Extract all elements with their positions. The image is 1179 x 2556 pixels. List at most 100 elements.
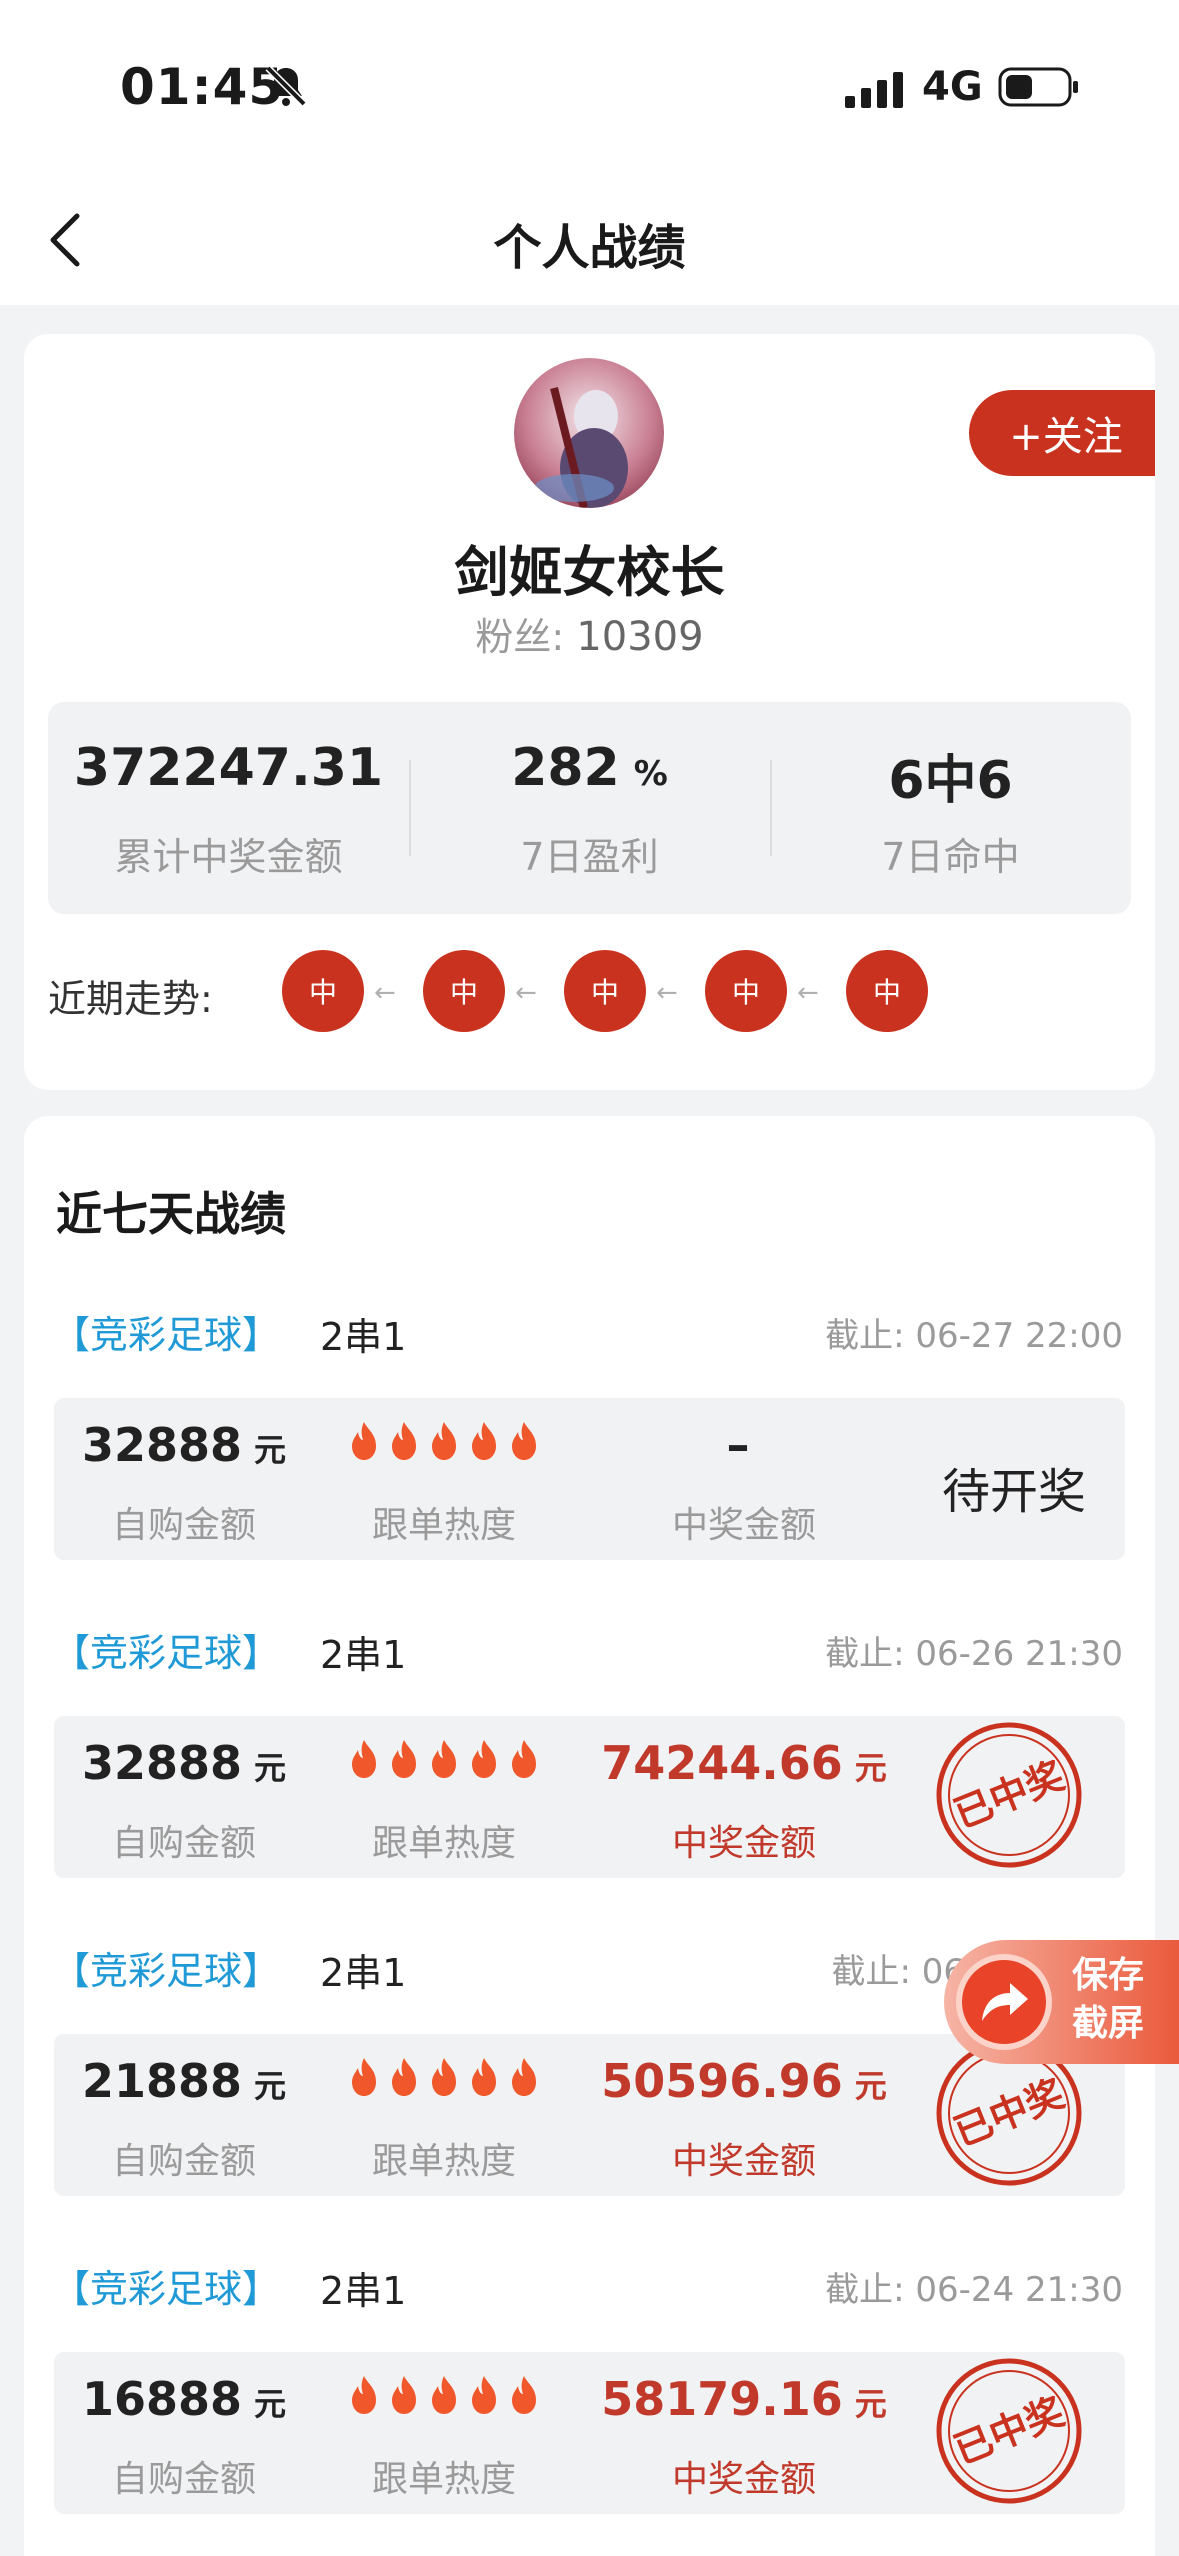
record-tag: 【竞彩足球】 bbox=[52, 1949, 281, 1993]
record-type: 2串1 bbox=[320, 1315, 407, 1359]
flame-icon bbox=[392, 1422, 416, 1460]
won-stamp-icon: 已中奖 bbox=[936, 1722, 1082, 1868]
stat-value: 6中6 bbox=[888, 751, 1013, 811]
network-type: 4G bbox=[922, 64, 983, 110]
amount-cell: 21888 元 自购金额 bbox=[54, 2034, 314, 2196]
flame-icon bbox=[512, 1422, 536, 1460]
prize-cell: 50596.96 元 中奖金额 bbox=[574, 2034, 914, 2196]
record-header: 【竞彩足球】 2串1 截止: 06-26 21:30 bbox=[24, 1606, 1155, 1686]
status-pending: 待开奖 bbox=[941, 1464, 1086, 1520]
prize-label: 中奖金额 bbox=[671, 2459, 816, 2500]
heat-label: 跟单热度 bbox=[371, 2459, 516, 2500]
prize-value: – bbox=[726, 1418, 750, 1472]
amount-label: 自购金额 bbox=[111, 2141, 256, 2182]
heat-cell: 跟单热度 bbox=[314, 2352, 574, 2514]
record-type: 2串1 bbox=[320, 1951, 407, 1995]
heat-label: 跟单热度 bbox=[371, 1823, 516, 1864]
follow-button[interactable]: +关注 bbox=[969, 390, 1155, 476]
battery-icon bbox=[998, 67, 1078, 107]
record-deadline: 截止: 06-26 21:30 bbox=[825, 1634, 1123, 1674]
prize-value: 74244.66 元 bbox=[601, 1736, 887, 1790]
trend-dot: 中 bbox=[564, 950, 646, 1032]
amount-value: 21888 元 bbox=[81, 2054, 287, 2108]
flame-icon bbox=[512, 2376, 536, 2414]
share-arrow-icon bbox=[956, 1954, 1052, 2050]
flame-icon bbox=[432, 1740, 456, 1778]
flame-icon bbox=[472, 1740, 496, 1778]
amount-value: 16888 元 bbox=[81, 2372, 287, 2426]
prize-cell: 58179.16 元 中奖金额 bbox=[574, 2352, 914, 2514]
stat-7day-profit: 282% 7日盈利 bbox=[409, 702, 770, 914]
trend-arrow-icon: ← bbox=[515, 978, 537, 1008]
record-type: 2串1 bbox=[320, 1633, 407, 1677]
amount-value: 32888 元 bbox=[81, 1418, 287, 1472]
profile-card: +关注 剑姬女校长 粉丝: 10309 372247.31 累计中奖金额 282… bbox=[24, 334, 1155, 1090]
heat-flames bbox=[314, 2056, 574, 2100]
fans-row: 粉丝: 10309 bbox=[24, 606, 1155, 661]
flame-icon bbox=[352, 1740, 376, 1778]
fans-label: 粉丝: bbox=[475, 615, 565, 659]
page-title: 个人战绩 bbox=[493, 220, 686, 276]
amount-cell: 32888 元 自购金额 bbox=[54, 1398, 314, 1560]
flame-icon bbox=[352, 2058, 376, 2096]
record-summary: 21888 元 自购金额 跟单热度 50596.96 元 中奖金额 已中奖 bbox=[54, 2034, 1125, 2196]
flame-icon bbox=[432, 2058, 456, 2096]
record-item[interactable]: 【竞彩足球】 2串1 截止: 06-24 21:30 16888 元 自购金额 跟… bbox=[24, 2242, 1155, 2542]
trend-label: 近期走势: bbox=[48, 977, 213, 1021]
heat-flames bbox=[314, 1738, 574, 1782]
stat-7day-hit: 6中6 7日命中 bbox=[770, 702, 1131, 914]
status-bar: 01:45 4G bbox=[0, 0, 1179, 170]
trend-dot: 中 bbox=[705, 950, 787, 1032]
save-screenshot-label: 保存 截屏 bbox=[1072, 1955, 1145, 2044]
record-item[interactable]: 【竞彩足球】 2串1 截止: 06-27 22:00 32888 元 自购金额 跟… bbox=[24, 1288, 1155, 1588]
flame-icon bbox=[512, 1740, 536, 1778]
records-card: 近七天战绩 【竞彩足球】 2串1 截止: 06-27 22:00 32888 元 … bbox=[24, 1116, 1155, 2556]
heat-flames bbox=[314, 2374, 574, 2418]
won-stamp-icon: 已中奖 bbox=[936, 2358, 1082, 2504]
amount-label: 自购金额 bbox=[111, 2459, 256, 2500]
save-screenshot-button[interactable]: 保存 截屏 bbox=[944, 1940, 1179, 2064]
record-tag: 【竞彩足球】 bbox=[52, 1313, 281, 1357]
record-deadline: 截止: 06-24 21:30 bbox=[825, 2270, 1123, 2310]
amount-cell: 32888 元 自购金额 bbox=[54, 1716, 314, 1878]
trend-arrow-icon: ← bbox=[374, 978, 396, 1008]
fans-count: 10309 bbox=[576, 614, 704, 660]
flame-icon bbox=[352, 1422, 376, 1460]
heat-cell: 跟单热度 bbox=[314, 1398, 574, 1560]
flame-icon bbox=[512, 2058, 536, 2096]
flame-icon bbox=[392, 2058, 416, 2096]
flame-icon bbox=[432, 1422, 456, 1460]
record-tag: 【竞彩足球】 bbox=[52, 1631, 281, 1675]
record-header: 【竞彩足球】 2串1 截止: 06-27 22:00 bbox=[24, 1288, 1155, 1368]
prize-label: 中奖金额 bbox=[671, 2141, 816, 2182]
prize-label: 中奖金额 bbox=[671, 1505, 816, 1546]
record-item[interactable]: 【竞彩足球】 2串1 截止: 06-26 21:30 32888 元 自购金额 跟… bbox=[24, 1606, 1155, 1906]
prize-label: 中奖金额 bbox=[671, 1823, 816, 1864]
signal-icon bbox=[845, 72, 903, 108]
user-name: 剑姬女校长 bbox=[454, 541, 725, 604]
status-cell: 已中奖 bbox=[934, 1716, 1094, 1878]
stats-box: 372247.31 累计中奖金额 282% 7日盈利 6中6 7日命中 bbox=[48, 702, 1131, 914]
trend-dot: 中 bbox=[846, 950, 928, 1032]
trend-dot: 中 bbox=[423, 950, 505, 1032]
flame-icon bbox=[352, 2376, 376, 2414]
flame-icon bbox=[392, 2376, 416, 2414]
prize-value: 50596.96 元 bbox=[601, 2054, 887, 2108]
heat-flames bbox=[314, 1420, 574, 1464]
avatar[interactable] bbox=[514, 358, 664, 508]
record-type: 2串1 bbox=[320, 2269, 407, 2313]
amount-label: 自购金额 bbox=[111, 1823, 256, 1864]
trend-arrow-icon: ← bbox=[656, 978, 678, 1008]
svg-text:已中奖: 已中奖 bbox=[948, 2389, 1070, 2473]
record-deadline: 截止: 06-27 22:00 bbox=[825, 1316, 1123, 1356]
status-cell: 待开奖 bbox=[914, 1398, 1114, 1560]
record-tag: 【竞彩足球】 bbox=[52, 2267, 281, 2311]
flame-icon bbox=[432, 2376, 456, 2414]
stat-value: 282% bbox=[511, 738, 668, 798]
stat-label: 7日盈利 bbox=[520, 835, 659, 879]
status-time: 01:45 bbox=[120, 58, 285, 116]
heat-label: 跟单热度 bbox=[371, 1505, 516, 1546]
stat-total-prize: 372247.31 累计中奖金额 bbox=[48, 702, 409, 914]
status-cell: 已中奖 bbox=[934, 2352, 1094, 2514]
heat-cell: 跟单热度 bbox=[314, 1716, 574, 1878]
